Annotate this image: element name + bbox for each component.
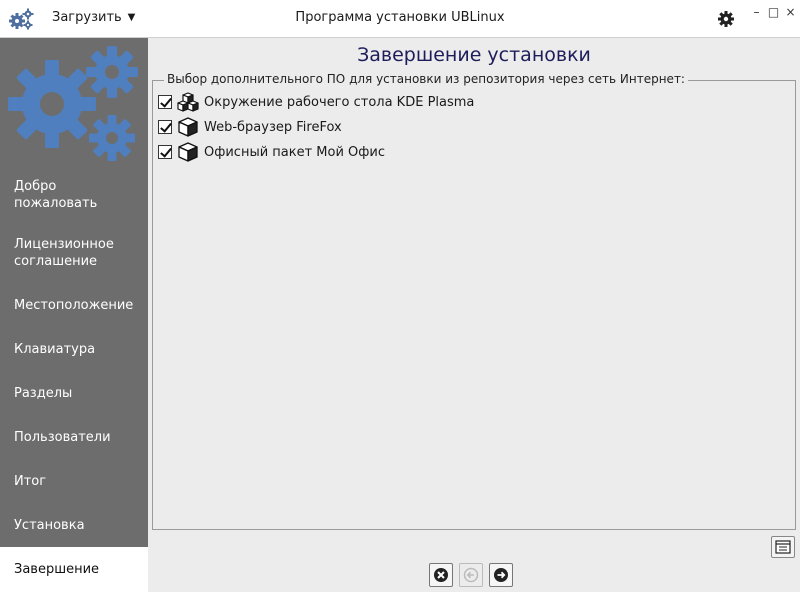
sidebar-item-keyboard[interactable]: Клавиатура <box>0 341 148 358</box>
log-icon <box>775 540 791 554</box>
package-icon <box>178 142 198 162</box>
gear-icon[interactable] <box>717 10 735 28</box>
software-item-label: Web-браузер FireFox <box>204 119 342 135</box>
sidebar-item-summary[interactable]: Итог <box>0 473 148 490</box>
software-item-kde[interactable]: Окружение рабочего стола KDE Plasma <box>158 92 474 112</box>
maximize-button[interactable]: □ <box>767 6 780 18</box>
software-item-myoffice[interactable]: Офисный пакет Мой Офис <box>158 142 385 162</box>
next-button[interactable] <box>489 563 513 587</box>
back-button[interactable] <box>459 563 483 587</box>
package-icon <box>178 117 198 137</box>
software-item-firefox[interactable]: Web-браузер FireFox <box>158 117 342 137</box>
load-menu-label: Загрузить <box>52 10 122 25</box>
checkbox-myoffice[interactable] <box>158 145 172 159</box>
sidebar-item-install[interactable]: Установка <box>0 517 148 534</box>
cancel-button[interactable] <box>429 563 453 587</box>
sidebar-item-users[interactable]: Пользователи <box>0 429 148 446</box>
window-controls: – □ × <box>750 6 797 18</box>
close-circle-icon <box>434 568 448 582</box>
checkbox-kde[interactable] <box>158 95 172 109</box>
minimize-button[interactable]: – <box>750 6 763 18</box>
packages-icon <box>177 92 199 112</box>
gears-icon[interactable] <box>8 7 34 31</box>
sidebar-item-partitions[interactable]: Разделы <box>0 385 148 402</box>
checkbox-firefox[interactable] <box>158 120 172 134</box>
software-item-label: Офисный пакет Мой Офис <box>204 144 386 160</box>
sidebar: Добро пожаловать Лицензионное соглашение М… <box>0 38 148 592</box>
sidebar-item-location[interactable]: Местоположение <box>0 297 148 314</box>
gears-logo-icon <box>8 46 138 161</box>
software-group-label: Выбор дополнительного ПО для установки и… <box>164 72 688 86</box>
load-menu[interactable]: Загрузить ▼ <box>52 10 135 25</box>
arrow-right-circle-icon <box>494 568 508 582</box>
software-item-label: Окружение рабочего стола KDE Plasma <box>204 94 475 110</box>
sidebar-item-welcome[interactable]: Добро пожаловать <box>0 178 148 212</box>
arrow-left-circle-icon <box>463 567 479 583</box>
title-bar: Загрузить ▼ Программа установки UBLinux … <box>0 0 800 38</box>
close-button[interactable]: × <box>784 6 797 18</box>
log-button[interactable] <box>771 536 795 558</box>
page-title: Завершение установки <box>357 44 591 66</box>
sidebar-item-license[interactable]: Лицензионное соглашение <box>0 236 148 270</box>
chevron-down-icon: ▼ <box>127 12 136 23</box>
sidebar-item-finish[interactable]: Завершение <box>0 547 148 592</box>
